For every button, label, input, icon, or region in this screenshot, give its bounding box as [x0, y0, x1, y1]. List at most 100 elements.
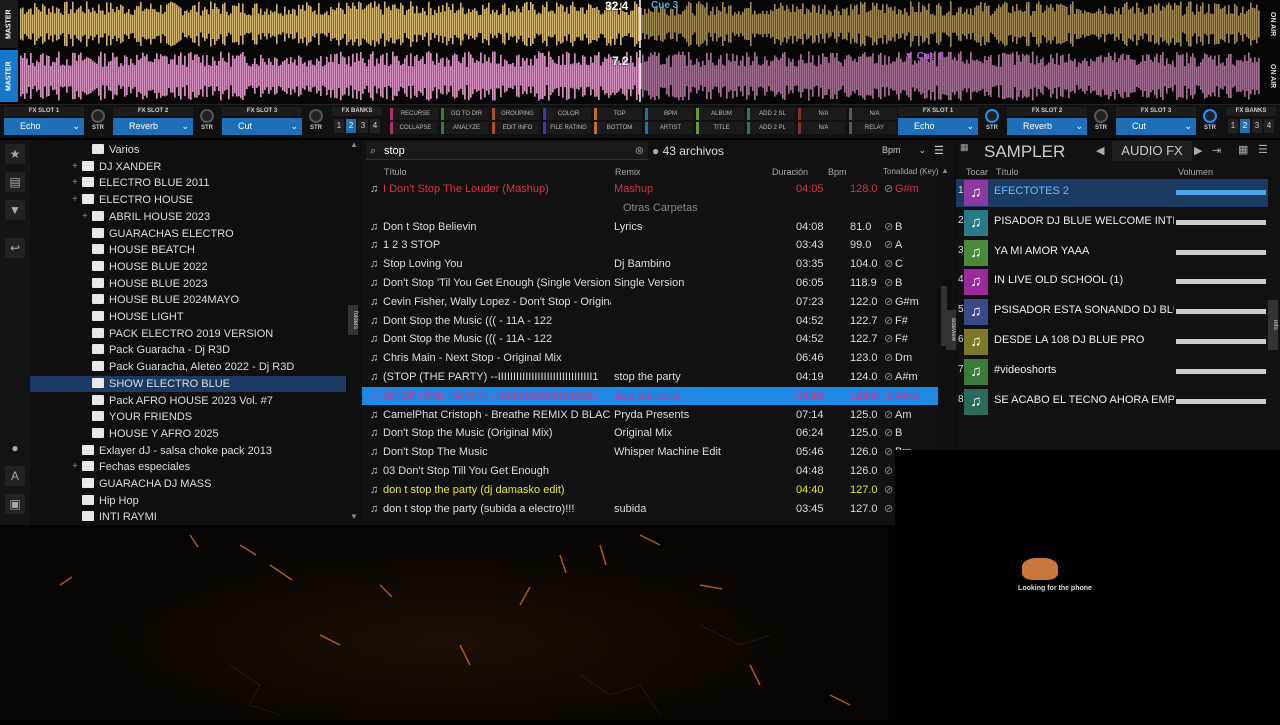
sort-n-a-button[interactable]: N/A — [798, 122, 846, 134]
fx-slot-2-right[interactable]: FX SLOT 2 Reverb ⌄ — [1007, 107, 1087, 137]
tree-item[interactable]: HOUSE BEATCH — [92, 242, 195, 258]
folder-tree[interactable]: Varios + DJ XANDER + ELECTRO BLUE 2011 + ELECT… — [30, 140, 360, 525]
track-row[interactable]: ♫ (STOP (THE PARTY) --IIIIIIIIIIIIIIIIIII… — [362, 386, 938, 405]
sort-grouping-button[interactable]: GROUPING — [492, 108, 540, 120]
sort-n-a-button[interactable]: N/A — [849, 108, 897, 120]
bank-4-button[interactable]: 4 — [1264, 119, 1274, 133]
track-row[interactable]: ♫ Dont Stop the Music ((( - 11A - 122 04:5… — [362, 330, 938, 348]
bank-3-button[interactable]: 3 — [358, 119, 368, 133]
fx-select[interactable]: Echo ⌄ — [4, 118, 84, 135]
expand-icon[interactable]: + — [72, 175, 78, 191]
waveform-area[interactable]: MASTER MASTER 32.4 Cue 3 7.2 ▼ Cue 8 ON … — [0, 0, 1280, 104]
track-row[interactable]: ♫ Stop Loving You Dj Bambino 03:35 104.0 ⊘ C — [362, 255, 938, 273]
sampler-slot[interactable]: 4 ♫ IN LIVE OLD SCHOOL (1) — [956, 268, 1268, 296]
col-title[interactable]: Título — [384, 167, 407, 177]
str-knob[interactable]: STR — [88, 109, 108, 137]
back-icon[interactable]: ↩ — [5, 238, 25, 258]
sort-go-to-dir-button[interactable]: GO TO DIR — [441, 108, 489, 120]
grid-icon[interactable]: ▦ — [960, 142, 969, 153]
sort-bottom-button[interactable]: BOTTOM — [594, 122, 642, 134]
tree-item[interactable]: GUARACHAS ELECTRO — [92, 226, 234, 242]
folders-side-tab[interactable]: folders — [348, 305, 358, 335]
expand-icon[interactable]: + — [72, 192, 78, 208]
filter-icon[interactable]: ▼ — [5, 200, 25, 220]
tree-item[interactable]: + Fechas especiales — [72, 459, 190, 475]
track-row[interactable]: ♫ I Don't Stop The Louder (Mashup) Mashup 0… — [362, 180, 938, 198]
track-row[interactable]: ♫ CamelPhat Cristoph - Breathe REMIX D BL… — [362, 406, 938, 424]
sampler-slot[interactable]: 3 ♫ YA MI AMOR YAAA — [956, 239, 1268, 267]
sampler-slot[interactable]: 5 ♫ PSISADOR ESTA SONANDO DJ BLUE — [956, 298, 1268, 326]
track-list[interactable]: ⌕ stop ⊗ ● 43 archivos Bpm ⌄ ☰ Título Rem… — [362, 140, 954, 525]
music-note-icon[interactable]: ♫ — [964, 299, 988, 326]
dot-icon[interactable]: ● — [5, 438, 25, 458]
str-knob[interactable]: STR — [982, 109, 1002, 137]
tree-item[interactable]: YOUR FRIENDS — [92, 409, 192, 425]
sort-recurse-button[interactable]: RECURSE — [390, 108, 438, 120]
fx-slot-1-left[interactable]: FX SLOT 1 Echo ⌄ — [4, 107, 84, 137]
track-row[interactable]: ♫ don t stop the party (dj damasko edit) 0… — [362, 481, 938, 499]
music-note-icon[interactable]: ♫ — [964, 388, 988, 415]
folder-icon[interactable]: ▤ — [5, 172, 25, 192]
deck1-cue-label[interactable]: Cue 3 — [651, 0, 678, 11]
str-knob[interactable]: STR — [1200, 109, 1220, 137]
grid-view-icon[interactable]: ▦ — [1238, 143, 1248, 156]
track-row[interactable]: ♫ Don t Stop Believin Lyrics 04:08 81.0 ⊘ B — [362, 218, 938, 236]
sampler-slot[interactable]: 2 ♫ PISADOR DJ BLUE WELCOME INTRO — [956, 209, 1268, 237]
track-row[interactable]: ♫ Don't Stop The Music Whisper Machine Edi… — [362, 443, 938, 461]
tree-item[interactable]: INTI RAYMI — [82, 509, 157, 525]
str-knob[interactable]: STR — [197, 109, 217, 137]
tree-item[interactable]: Exlayer dJ - salsa choke pack 2013 — [82, 443, 272, 459]
bank-1-button[interactable]: 1 — [1228, 119, 1238, 133]
star-icon[interactable]: ★ — [5, 144, 25, 164]
volume-slider[interactable] — [1176, 279, 1266, 285]
track-row[interactable]: ♫ Cevin Fisher, Wally Lopez - Don't Stop … — [362, 293, 938, 311]
track-row[interactable]: ♫ Chris Main - Next Stop - Original Mix 06… — [362, 349, 938, 367]
col-key[interactable]: Tonalidad (Key) — [883, 167, 939, 176]
sort-add-2-sl-button[interactable]: ADD 2 SL — [747, 108, 795, 120]
volume-slider[interactable] — [1176, 368, 1266, 374]
col-bpm[interactable]: Bpm — [828, 167, 847, 177]
deck1-waveform[interactable] — [20, 0, 1260, 48]
volume-slider[interactable] — [1176, 219, 1266, 225]
sort-title-button[interactable]: TITLE — [696, 122, 744, 134]
volume-slider[interactable] — [1176, 249, 1266, 255]
tree-item[interactable]: HOUSE BLUE 2022 — [92, 259, 207, 275]
sideview-tab[interactable]: sideview — [946, 310, 956, 350]
sort-color-button[interactable]: COLOR — [543, 108, 591, 120]
fx-select[interactable]: Cut ⌄ — [222, 118, 302, 135]
sort-album-button[interactable]: ALBUM — [696, 108, 744, 120]
scroll-down-icon[interactable]: ▼ — [350, 512, 358, 521]
tree-item[interactable]: + ABRIL HOUSE 2023 — [82, 209, 210, 225]
info-side-tab[interactable]: info — [1268, 300, 1278, 350]
next-icon[interactable]: ▶ — [1194, 144, 1202, 157]
music-note-icon[interactable]: ♫ — [964, 269, 988, 296]
list-view-icon[interactable]: ☰ — [934, 144, 944, 157]
fx-slot-3-right[interactable]: FX SLOT 3 Cut ⌄ — [1116, 107, 1196, 137]
tree-item[interactable]: + ELECTRO HOUSE — [72, 192, 193, 208]
sort-edit-info-button[interactable]: EDIT INFO — [492, 122, 540, 134]
track-row[interactable]: ♫ 1 2 3 STOP 03:43 99.0 ⊘ A — [362, 236, 938, 254]
sort-add-2-pl-button[interactable]: ADD 2 PL — [747, 122, 795, 134]
fx-select[interactable]: Echo ⌄ — [898, 118, 978, 135]
sort-relay-button[interactable]: RELAY — [849, 122, 897, 134]
fx-slot-3-left[interactable]: FX SLOT 3 Cut ⌄ — [222, 107, 302, 137]
prev-icon[interactable]: ◀ — [1096, 144, 1104, 157]
volume-slider[interactable] — [1176, 190, 1266, 195]
deck2-cue-label[interactable]: ▼ Cue 8 — [904, 51, 944, 62]
col-remix[interactable]: Remix — [615, 167, 641, 177]
fx-select[interactable]: Reverb ⌄ — [113, 118, 193, 135]
sampler-slot[interactable]: 8♫ SE ACABO EL TECNO AHORA EMPIEZA EL PER… — [956, 388, 1268, 416]
track-row[interactable]: ♫ 03 Don't Stop Till You Get Enough 04:48 1… — [362, 462, 938, 480]
tree-item[interactable]: PACK ELECTRO 2019 VERSION — [92, 326, 273, 342]
search-input[interactable]: ⌕ stop ⊗ — [366, 142, 648, 160]
sort-artist-button[interactable]: ARTIST — [645, 122, 693, 134]
music-note-icon[interactable]: ♫ — [964, 209, 988, 236]
str-knob[interactable]: STR — [1091, 109, 1111, 137]
track-row[interactable]: ♫ (STOP (THE PARTY) --IIIIIIIIIIIIIIIIIII… — [362, 368, 938, 386]
expand-icon[interactable]: + — [72, 159, 78, 175]
scroll-up-icon[interactable]: ▲ — [350, 140, 358, 149]
tree-item[interactable]: HOUSE BLUE 2023 — [92, 276, 207, 292]
fx-select[interactable]: Reverb ⌄ — [1007, 118, 1087, 135]
sort-file-rating-button[interactable]: FILE RATING — [543, 122, 591, 134]
sampler-slot[interactable]: 1 ♫ EFECTOTES 2 — [956, 179, 1268, 207]
